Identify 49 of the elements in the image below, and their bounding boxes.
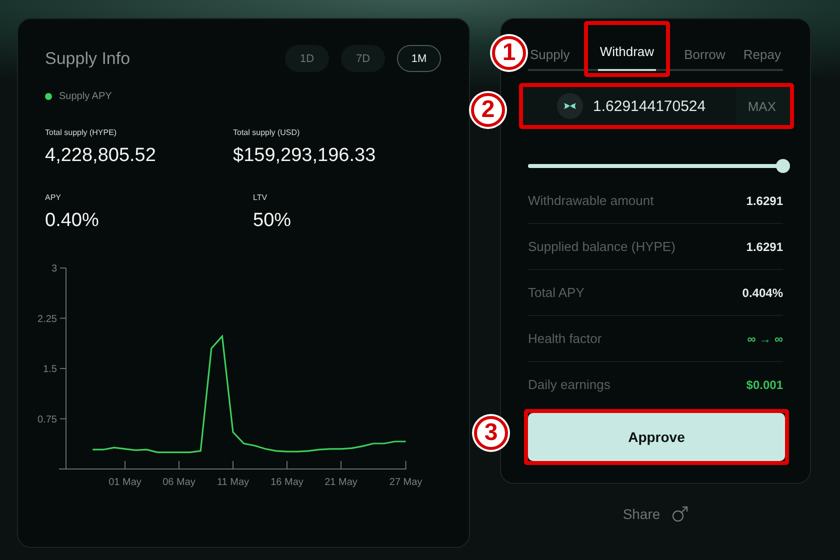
y-tick-label: 2.25 — [38, 314, 57, 325]
max-button[interactable]: MAX — [736, 87, 790, 125]
amount-slider[interactable] — [528, 159, 790, 173]
x-tick-label: 16 May — [270, 477, 304, 488]
row-value: 0.404% — [742, 286, 783, 300]
card-title: Supply Info — [45, 48, 130, 68]
share-icon — [672, 506, 688, 522]
row-label: Health factor — [528, 331, 602, 346]
range-button[interactable]: 1D — [285, 45, 329, 72]
y-tick-label: 0.75 — [38, 414, 57, 426]
tab[interactable]: Withdraw — [598, 25, 656, 71]
y-tick-label: 1.5 — [43, 364, 57, 375]
range-button[interactable]: 7D — [341, 45, 385, 72]
step-number-badge: 3 — [474, 416, 508, 450]
row-value: 1.6291 — [746, 240, 783, 254]
stat-value: 4,228,805.52 — [45, 145, 157, 167]
stat-label: Total supply (HYPE) — [45, 128, 118, 137]
amount-value: 1.629144170524 — [593, 98, 706, 114]
stat-label: Total supply (USD) — [233, 128, 301, 137]
row-label: Total APY — [528, 285, 584, 300]
row-label: Withdrawable amount — [528, 193, 654, 208]
stat-value: $159,293,196.33 — [233, 145, 377, 167]
amount-field[interactable]: 1.629144170524 MAX — [523, 87, 790, 125]
step-number-badge: 1 — [492, 36, 526, 70]
stat-value: 50% — [253, 210, 292, 232]
x-tick-label: 11 May — [216, 477, 250, 488]
row-value: ∞ → ∞ — [747, 332, 783, 346]
tab[interactable]: Repay — [741, 31, 783, 71]
y-tick-label: 3 — [51, 264, 57, 274]
row-label: Daily earnings — [528, 377, 610, 392]
stat-value: 0.40% — [45, 210, 100, 232]
stat-label: LTV — [253, 193, 268, 202]
row-value: $0.001 — [746, 378, 783, 392]
slider-thumb[interactable] — [776, 159, 790, 173]
x-tick-label: 21 May — [324, 477, 358, 488]
row-value: 1.6291 — [746, 194, 783, 208]
range-button[interactable]: 1M — [397, 45, 441, 72]
x-tick-label: 01 May — [108, 477, 142, 488]
x-tick-label: 27 May — [389, 477, 422, 488]
row-label: Supplied balance (HYPE) — [528, 239, 676, 254]
tab[interactable]: Borrow — [682, 31, 728, 71]
tab[interactable]: Supply — [528, 31, 572, 71]
approve-button[interactable]: Approve — [528, 413, 785, 461]
token-icon — [557, 93, 583, 119]
share-button[interactable]: Share — [618, 502, 692, 526]
legend-label: Supply APY — [59, 91, 112, 102]
x-tick-label: 06 May — [162, 477, 196, 488]
step-number-badge: 2 — [471, 93, 505, 127]
stat-label: APY — [45, 193, 62, 202]
